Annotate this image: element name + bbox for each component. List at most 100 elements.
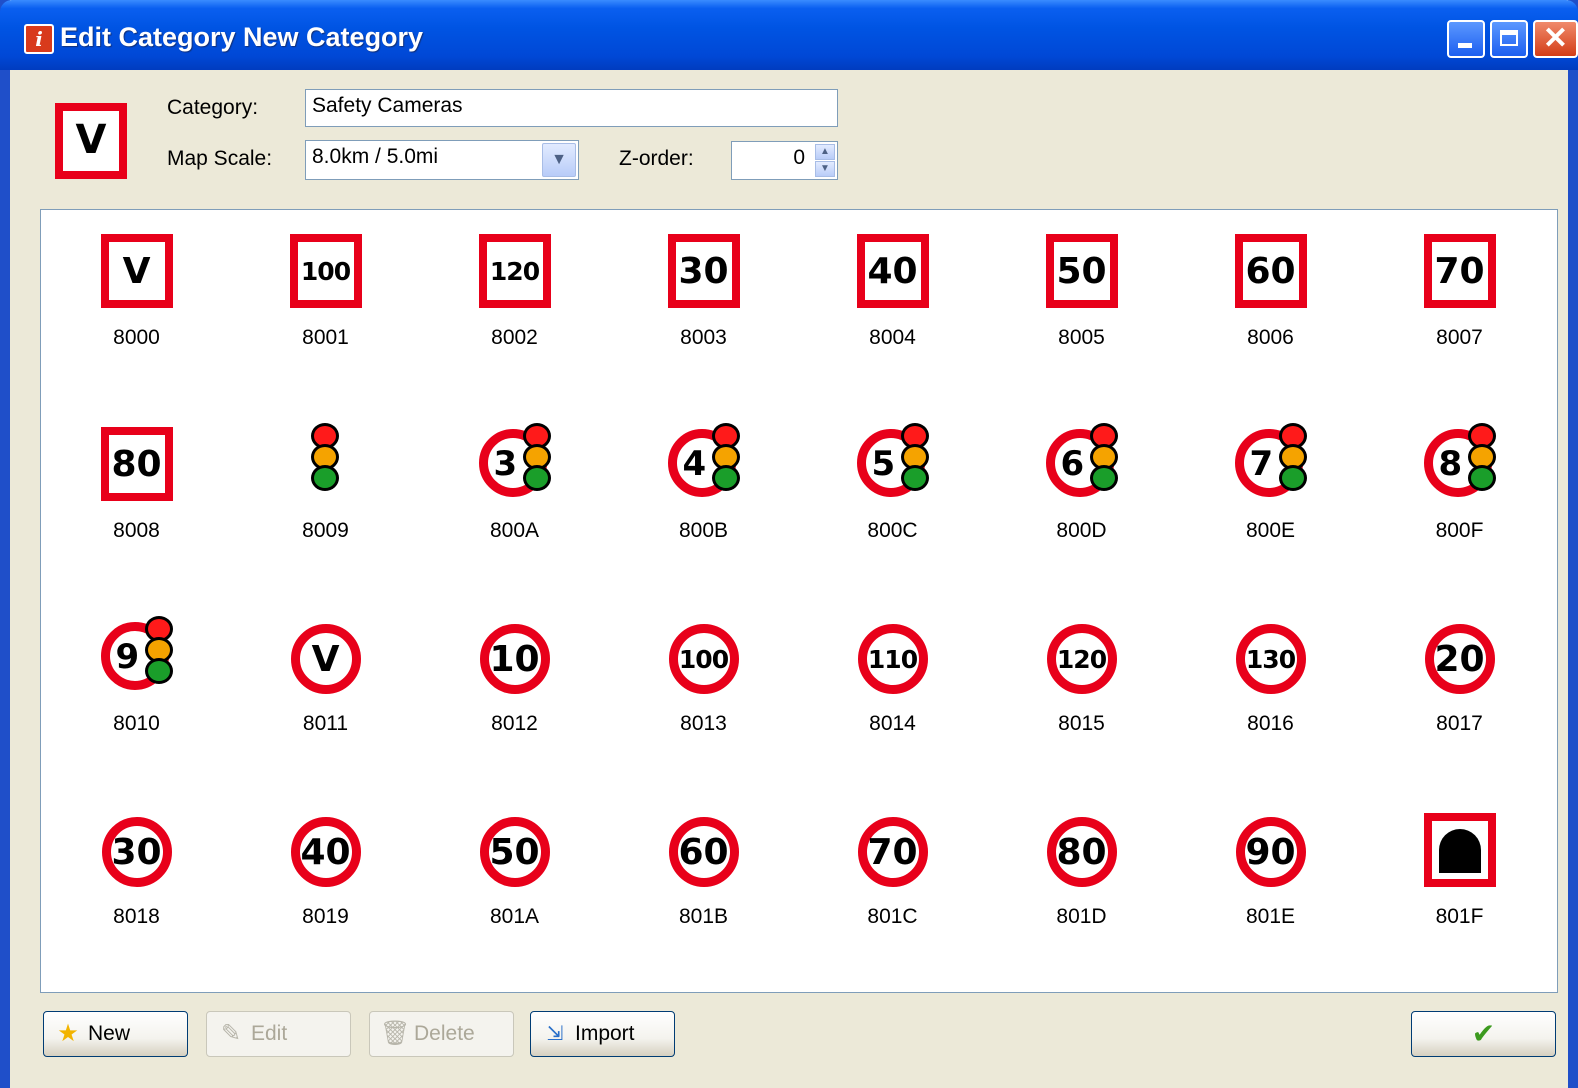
square-sign-icon: 80 [100,427,173,501]
icon-cell[interactable]: 8009 [231,423,420,616]
sign-icon: 60 [666,809,742,887]
sign-icon: 5 [855,423,931,501]
zorder-stepper[interactable]: 0 ▲ ▼ [731,141,838,180]
sign-icon: 20 [1422,616,1498,694]
sign-icon: 100 [288,230,364,308]
icon-grid-panel[interactable]: V 8000 100 8001 120 8002 30 8003 40 8004 50 8005 60 8… [40,209,1558,993]
new-button-label: New [88,1022,131,1045]
sign-icon: V [288,616,364,694]
round-sign-icon: 50 [479,817,550,887]
icon-code-label: 800E [1245,519,1296,542]
category-input[interactable]: Safety Cameras [305,89,838,127]
spin-down-icon[interactable]: ▼ [815,161,835,177]
icon-code-label: 800F [1435,519,1484,542]
new-button[interactable]: ★ New [43,1011,188,1057]
square-sign-icon: 60 [1234,234,1307,308]
sign-icon: V [99,230,175,308]
traffic-light-icon [144,616,175,684]
category-preview-icon: V [55,103,127,179]
sign-digit: 5 [871,444,896,484]
delete-button-label: Delete [414,1022,475,1045]
icon-cell[interactable]: 100 8013 [609,616,798,809]
sign-icon: 130 [1233,616,1309,694]
icon-cell[interactable]: 70 8007 [1365,230,1554,423]
sign-icon: 3 [477,423,553,501]
round-sign-icon: 100 [668,624,739,694]
icon-cell[interactable]: 90 801E [1176,809,1365,1002]
icon-cell[interactable]: 80 801D [987,809,1176,1002]
icon-code-label: 8002 [491,326,538,349]
import-button[interactable]: ⇲ Import [530,1011,675,1057]
round-sign-icon: 10 [479,624,550,694]
icon-cell[interactable]: 5 800C [798,423,987,616]
traffic-light-icon [1089,423,1120,491]
icon-cell[interactable]: 120 8015 [987,616,1176,809]
icon-cell[interactable]: 50 8005 [987,230,1176,423]
icon-code-label: 8012 [491,712,538,735]
chevron-down-icon[interactable]: ▼ [542,143,576,177]
sign-icon: 80 [1044,809,1120,887]
icon-cell[interactable]: 40 8004 [798,230,987,423]
icon-cell[interactable]: 110 8014 [798,616,987,809]
icon-cell[interactable]: 30 8003 [609,230,798,423]
map-scale-value: 8.0km / 5.0mi [312,145,439,168]
sign-icon: 110 [855,616,931,694]
minimize-button[interactable] [1447,20,1485,58]
round-sign-icon: 80 [1046,817,1117,887]
icon-cell[interactable]: 50 801A [420,809,609,1002]
title-bar[interactable]: i Edit Category New Category ✕ [0,0,1578,70]
delete-button[interactable]: 🗑 Delete [369,1011,514,1057]
icon-cell[interactable]: 70 801C [798,809,987,1002]
icon-cell[interactable]: 9 8010 [42,616,231,809]
icon-code-label: 8001 [302,326,349,349]
sign-digit: 6 [1060,444,1085,484]
icon-cell[interactable]: 10 8012 [420,616,609,809]
icon-cell[interactable]: 60 8006 [1176,230,1365,423]
square-sign-icon: 50 [1045,234,1118,308]
sign-icon: 30 [666,230,742,308]
sign-icon: 40 [855,230,931,308]
square-sign-icon: 100 [289,234,362,308]
icon-cell[interactable]: 30 8018 [42,809,231,1002]
icon-cell[interactable]: 20 8017 [1365,616,1554,809]
icon-cell[interactable]: 100 8001 [231,230,420,423]
square-sign-icon: V [100,234,173,308]
pencil-icon: ✎ [220,1020,242,1047]
icon-cell[interactable]: 8 800F [1365,423,1554,616]
sign-icon: 8 [1422,423,1498,501]
icon-code-label: 8019 [302,905,349,928]
sign-icon: 10 [477,616,553,694]
icon-code-label: 801C [867,905,918,928]
icon-cell[interactable]: V 8000 [42,230,231,423]
sign-digit: 8 [1438,444,1463,484]
traffic-light-icon [900,423,931,491]
close-button[interactable]: ✕ [1533,20,1578,58]
icon-cell[interactable]: 801F [1365,809,1554,1002]
spin-up-icon[interactable]: ▲ [815,144,835,160]
icon-code-label: 801E [1245,905,1296,928]
icon-cell[interactable]: 3 800A [420,423,609,616]
sign-icon: 7 [1233,423,1309,501]
icon-code-label: 8008 [113,519,160,542]
icon-cell[interactable]: 7 800E [1176,423,1365,616]
sign-icon: 80 [99,423,175,501]
icon-cell[interactable]: 130 8016 [1176,616,1365,809]
edit-button[interactable]: ✎ Edit [206,1011,351,1057]
icon-cell[interactable]: 60 801B [609,809,798,1002]
icon-cell[interactable]: 4 800B [609,423,798,616]
sign-icon: 90 [1233,809,1309,887]
maximize-button[interactable] [1490,20,1528,58]
icon-cell[interactable]: 120 8002 [420,230,609,423]
icon-cell[interactable]: V 8011 [231,616,420,809]
icon-cell[interactable]: 80 8008 [42,423,231,616]
icon-code-label: 800B [678,519,729,542]
icon-cell[interactable]: 40 8019 [231,809,420,1002]
icon-code-label: 8017 [1436,712,1483,735]
sign-icon: 30 [99,809,175,887]
square-sign-icon: 40 [856,234,929,308]
map-scale-select[interactable]: 8.0km / 5.0mi ▼ [305,140,579,180]
ok-button[interactable]: ✔ [1411,1011,1556,1057]
icon-cell[interactable]: 6 800D [987,423,1176,616]
icon-code-label: 8000 [113,326,160,349]
zorder-label: Z-order: [619,147,694,170]
